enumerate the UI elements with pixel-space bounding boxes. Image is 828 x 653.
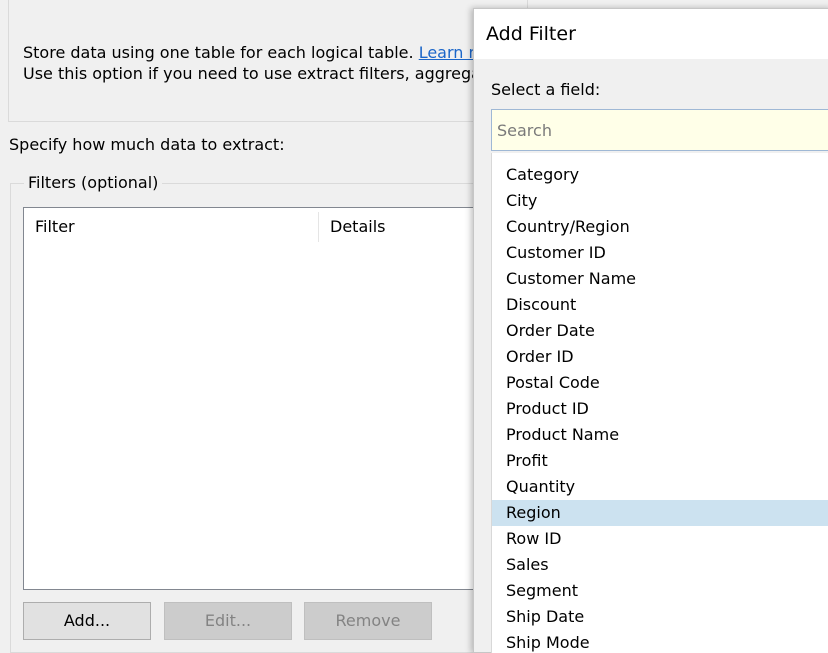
field-list-item[interactable]: Region bbox=[492, 500, 828, 526]
popup-titlebar[interactable]: Add Filter bbox=[474, 9, 828, 59]
column-separator[interactable] bbox=[318, 212, 319, 242]
field-list-item[interactable]: Ship Mode bbox=[492, 630, 828, 653]
field-list-item[interactable]: City bbox=[492, 188, 828, 214]
field-list-item[interactable]: Discount bbox=[492, 292, 828, 318]
field-search-input[interactable] bbox=[491, 109, 828, 151]
option-description-text: Store data using one table for each logi… bbox=[23, 43, 419, 62]
remove-filter-button[interactable]: Remove bbox=[304, 602, 432, 640]
field-list-item[interactable]: Quantity bbox=[492, 474, 828, 500]
option-description-line-1: Store data using one table for each logi… bbox=[23, 42, 484, 63]
field-list-item[interactable]: Profit bbox=[492, 448, 828, 474]
field-list-item[interactable]: Order Date bbox=[492, 318, 828, 344]
field-list-item[interactable]: Country/Region bbox=[492, 214, 828, 240]
field-list-item[interactable]: Segment bbox=[492, 578, 828, 604]
field-list-item[interactable]: Product Name bbox=[492, 422, 828, 448]
field-list-item[interactable]: Postal Code bbox=[492, 370, 828, 396]
extract-option-description: Store data using one table for each logi… bbox=[23, 42, 484, 84]
column-header-details[interactable]: Details bbox=[330, 208, 385, 246]
edit-filter-button[interactable]: Edit... bbox=[164, 602, 292, 640]
field-list-item[interactable]: Product ID bbox=[492, 396, 828, 422]
field-list-item[interactable]: Customer ID bbox=[492, 240, 828, 266]
field-list-item[interactable]: Category bbox=[492, 162, 828, 188]
filters-table[interactable]: Filter Details bbox=[23, 207, 503, 590]
popup-title: Add Filter bbox=[486, 23, 576, 45]
field-list-item[interactable]: Ship Date bbox=[492, 604, 828, 630]
filters-group-label: Filters (optional) bbox=[24, 172, 163, 193]
column-header-filter[interactable]: Filter bbox=[35, 208, 75, 246]
field-list-item[interactable]: Customer Name bbox=[492, 266, 828, 292]
field-list[interactable]: Category City Country/Region Customer ID Cus… bbox=[491, 153, 828, 653]
option-description-line-2: Use this option if you need to use extra… bbox=[23, 64, 481, 83]
field-list-item[interactable]: Row ID bbox=[492, 526, 828, 552]
add-filter-popup: Add Filter Select a field: CategoryCityC… bbox=[473, 8, 828, 653]
specify-data-label: Specify how much data to extract: bbox=[9, 135, 285, 154]
select-field-label: Select a field: bbox=[491, 80, 601, 99]
field-list-item[interactable]: Order ID bbox=[492, 344, 828, 370]
add-filter-button[interactable]: Add... bbox=[23, 602, 151, 640]
field-list-item[interactable]: Sales bbox=[492, 552, 828, 578]
